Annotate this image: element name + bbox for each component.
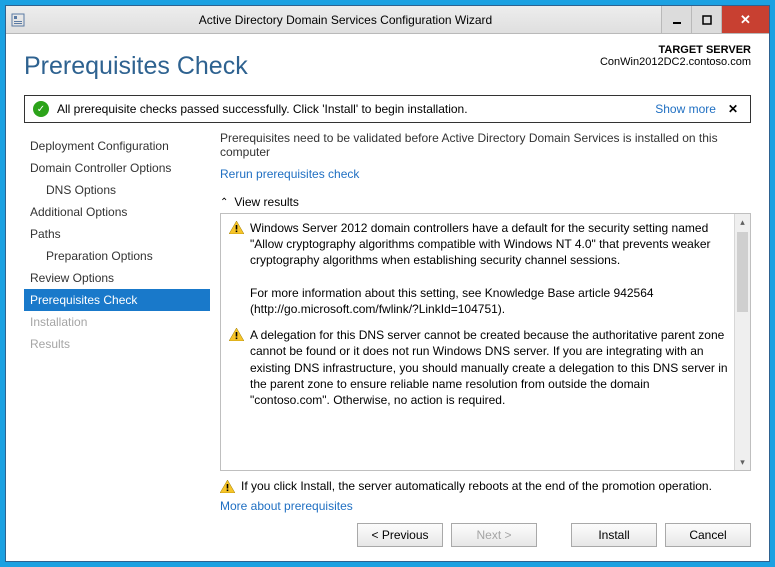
client-area: Prerequisites Check TARGET SERVER ConWin… xyxy=(6,34,769,561)
target-server-info: TARGET SERVER ConWin2012DC2.contoso.com xyxy=(600,44,751,68)
scrollbar[interactable]: ▴ ▾ xyxy=(734,214,750,470)
nav-item[interactable]: Review Options xyxy=(24,267,210,289)
cancel-button[interactable]: Cancel xyxy=(665,523,751,547)
next-button: Next > xyxy=(451,523,537,547)
app-icon xyxy=(6,13,30,27)
more-about-link[interactable]: More about prerequisites xyxy=(220,499,751,513)
message-text: A delegation for this DNS server cannot … xyxy=(250,327,730,408)
maximize-button[interactable] xyxy=(691,6,721,33)
banner-close-icon[interactable]: ✕ xyxy=(724,102,742,116)
success-icon: ✓ xyxy=(33,101,49,117)
nav-item[interactable]: DNS Options xyxy=(24,179,210,201)
results-box: Windows Server 2012 domain controllers h… xyxy=(220,213,751,471)
message-text: Windows Server 2012 domain controllers h… xyxy=(250,220,730,317)
nav-item[interactable]: Prerequisites Check xyxy=(24,289,210,311)
previous-button[interactable]: < Previous xyxy=(357,523,443,547)
banner-text: All prerequisite checks passed successfu… xyxy=(57,102,647,116)
wizard-window: Active Directory Domain Services Configu… xyxy=(5,5,770,562)
result-message: A delegation for this DNS server cannot … xyxy=(229,327,730,408)
button-row: < Previous Next > Install Cancel xyxy=(24,513,751,547)
window-buttons: ✕ xyxy=(661,6,769,33)
wizard-nav: Deployment ConfigurationDomain Controlle… xyxy=(24,131,210,513)
view-results-toggle[interactable]: ⌃ View results xyxy=(220,195,751,209)
content-pane: Prerequisites need to be validated befor… xyxy=(220,131,751,513)
target-server-value: ConWin2012DC2.contoso.com xyxy=(600,56,751,68)
minimize-button[interactable] xyxy=(661,6,691,33)
footnote: If you click Install, the server automat… xyxy=(220,479,751,493)
warning-icon xyxy=(220,480,235,493)
page-title: Prerequisites Check xyxy=(24,52,248,81)
install-button[interactable]: Install xyxy=(571,523,657,547)
nav-item: Results xyxy=(24,333,210,355)
chevron-up-icon: ⌃ xyxy=(220,197,228,208)
intro-text: Prerequisites need to be validated befor… xyxy=(220,131,751,159)
show-more-link[interactable]: Show more xyxy=(655,102,716,116)
result-message: Windows Server 2012 domain controllers h… xyxy=(229,220,730,317)
nav-item[interactable]: Additional Options xyxy=(24,201,210,223)
nav-item[interactable]: Preparation Options xyxy=(24,245,210,267)
status-banner: ✓ All prerequisite checks passed success… xyxy=(24,95,751,123)
scroll-down-icon[interactable]: ▾ xyxy=(735,454,750,470)
view-results-label: View results xyxy=(234,195,298,209)
warning-icon xyxy=(229,328,244,341)
nav-item[interactable]: Paths xyxy=(24,223,210,245)
nav-item[interactable]: Domain Controller Options xyxy=(24,157,210,179)
close-button[interactable]: ✕ xyxy=(721,6,769,33)
rerun-link[interactable]: Rerun prerequisites check xyxy=(220,167,751,181)
warning-icon xyxy=(229,221,244,234)
results-body: Windows Server 2012 domain controllers h… xyxy=(221,214,734,470)
window-title: Active Directory Domain Services Configu… xyxy=(30,13,661,27)
footnote-text: If you click Install, the server automat… xyxy=(241,479,712,493)
scroll-thumb[interactable] xyxy=(737,232,748,312)
target-server-label: TARGET SERVER xyxy=(600,44,751,56)
title-bar: Active Directory Domain Services Configu… xyxy=(6,6,769,34)
nav-item[interactable]: Deployment Configuration xyxy=(24,135,210,157)
nav-item: Installation xyxy=(24,311,210,333)
scroll-up-icon[interactable]: ▴ xyxy=(735,214,750,230)
